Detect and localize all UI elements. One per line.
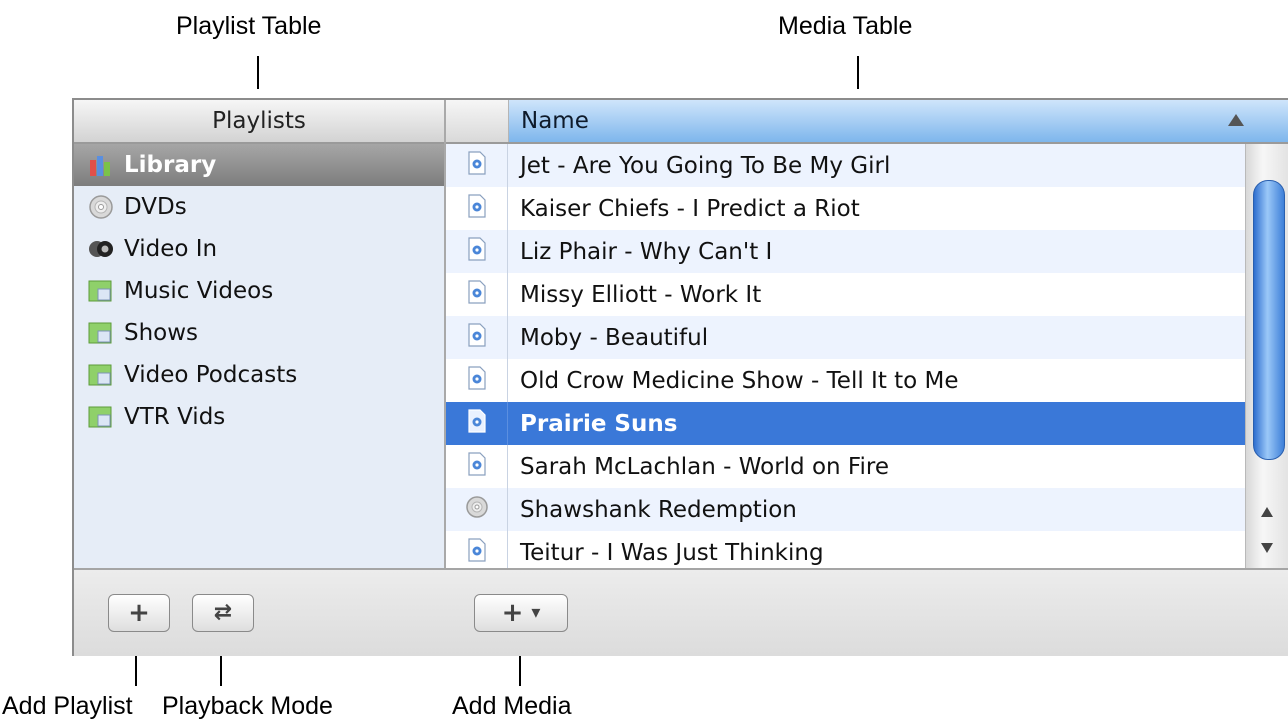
media-name: Kaiser Chiefs - I Predict a Riot (520, 195, 860, 222)
arrow-down-icon (1261, 543, 1273, 553)
callout-add-media: Add Media (452, 692, 572, 720)
callout-playback-mode: Playback Mode (162, 692, 333, 720)
scrollbar-thumb[interactable] (1253, 180, 1285, 460)
add-media-button[interactable]: + ▾ (474, 594, 568, 632)
movie-file-icon (467, 537, 487, 568)
bottom-toolbar: + ⇄ + ▾ (74, 568, 1288, 656)
media-name: Sarah McLachlan - World on Fire (520, 453, 889, 480)
playlist-table: Playlists Library DVDs Video In Music Vi… (74, 100, 446, 568)
media-rows: Jet - Are You Going To Be My Girl Kaiser… (446, 144, 1246, 568)
callout-playlist-table: Playlist Table (176, 12, 322, 40)
playlist-item-video-in[interactable]: Video In (74, 228, 444, 270)
movie-file-icon (467, 365, 487, 396)
media-table: Name Jet - Are You Going To Be My Girl K… (446, 100, 1288, 568)
callout-media-table: Media Table (778, 12, 913, 40)
media-row[interactable]: Shawshank Redemption (446, 488, 1246, 531)
camera-icon (88, 236, 114, 262)
movie-file-icon (467, 236, 487, 267)
plus-icon: + (501, 598, 524, 628)
playlist-item-video-podcasts[interactable]: Video Podcasts (74, 354, 444, 396)
movie-file-icon (467, 193, 487, 224)
movie-file-icon (467, 150, 487, 181)
sort-ascending-icon (1228, 114, 1244, 126)
scroll-up-button[interactable] (1246, 494, 1288, 530)
playlist-item-label: VTR Vids (124, 404, 226, 430)
name-column-header[interactable]: Name (509, 100, 1288, 142)
leader-line-playlist-table (257, 56, 259, 89)
playlist-item-label: DVDs (124, 194, 187, 220)
media-name: Teitur - I Was Just Thinking (520, 539, 824, 566)
playlist-icon (88, 278, 114, 304)
movie-file-icon (467, 408, 487, 439)
callout-add-playlist: Add Playlist (2, 692, 133, 720)
media-row[interactable]: Teitur - I Was Just Thinking (446, 531, 1246, 568)
playlist-item-label: Shows (124, 320, 199, 346)
playlist-item-shows[interactable]: Shows (74, 312, 444, 354)
chevron-down-icon: ▾ (531, 602, 541, 623)
media-row[interactable]: Moby - Beautiful (446, 316, 1246, 359)
playlist-item-label: Library (124, 152, 217, 178)
library-icon (88, 152, 114, 178)
movie-file-icon (467, 322, 487, 353)
media-row-selected[interactable]: Prairie Suns (446, 402, 1246, 445)
leader-line-media-table (857, 56, 859, 89)
media-row[interactable]: Liz Phair - Why Can't I (446, 230, 1246, 273)
media-row[interactable]: Jet - Are You Going To Be My Girl (446, 144, 1246, 187)
playlist-icon (88, 320, 114, 346)
playlist-item-label: Music Videos (124, 278, 274, 304)
repeat-icon: ⇄ (213, 600, 233, 625)
media-scrollbar[interactable] (1245, 144, 1288, 568)
media-name: Prairie Suns (520, 410, 678, 437)
playlist-item-library[interactable]: Library (74, 144, 444, 186)
playlist-header-label: Playlists (212, 108, 306, 134)
playback-mode-button[interactable]: ⇄ (192, 594, 254, 632)
media-name: Liz Phair - Why Can't I (520, 238, 773, 265)
dvd-icon (88, 194, 114, 220)
playlist-icon (88, 404, 114, 430)
playlist-table-header[interactable]: Playlists (74, 100, 444, 144)
media-name: Old Crow Medicine Show - Tell It to Me (520, 367, 959, 394)
movie-file-icon (467, 279, 487, 310)
media-name: Jet - Are You Going To Be My Girl (520, 152, 891, 179)
playlist-item-dvds[interactable]: DVDs (74, 186, 444, 228)
media-row[interactable]: Old Crow Medicine Show - Tell It to Me (446, 359, 1246, 402)
add-playlist-button[interactable]: + (108, 594, 170, 632)
movie-file-icon (467, 451, 487, 482)
arrow-up-icon (1261, 507, 1273, 517)
dvd-icon (465, 495, 489, 525)
plus-icon: + (128, 598, 150, 628)
media-name: Missy Elliott - Work It (520, 281, 762, 308)
media-name: Shawshank Redemption (520, 496, 797, 523)
media-name: Moby - Beautiful (520, 324, 709, 351)
playlist-item-vtr-vids[interactable]: VTR Vids (74, 396, 444, 438)
media-window: Playlists Library DVDs Video In Music Vi… (72, 98, 1288, 656)
playlist-item-label: Video Podcasts (124, 362, 298, 388)
playlist-item-music-videos[interactable]: Music Videos (74, 270, 444, 312)
playlist-icon (88, 362, 114, 388)
icon-column-header[interactable] (446, 100, 509, 142)
media-row[interactable]: Missy Elliott - Work It (446, 273, 1246, 316)
media-row[interactable]: Kaiser Chiefs - I Predict a Riot (446, 187, 1246, 230)
media-row[interactable]: Sarah McLachlan - World on Fire (446, 445, 1246, 488)
media-table-header: Name (446, 100, 1288, 144)
playlist-item-label: Video In (124, 236, 218, 262)
scroll-down-button[interactable] (1246, 530, 1288, 566)
name-column-label: Name (521, 108, 589, 134)
